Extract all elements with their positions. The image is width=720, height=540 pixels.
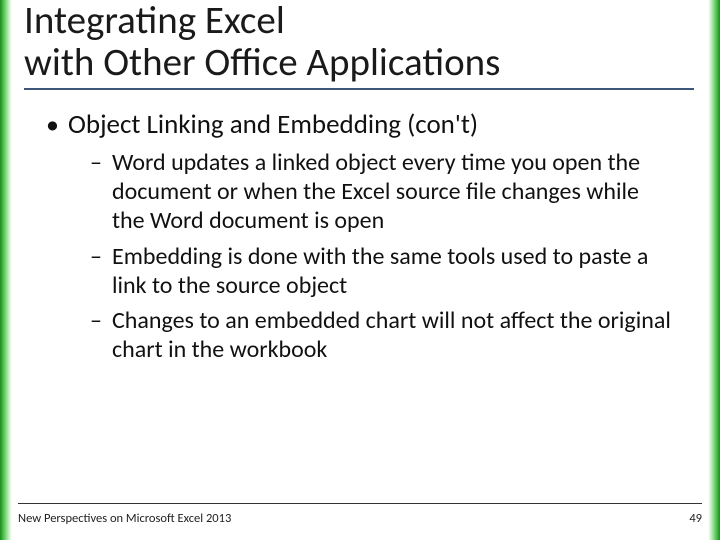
title-line-1: Integrating Excel (24, 0, 285, 44)
bullet-level-2: Changes to an embedded chart will not af… (90, 306, 674, 365)
bullet-level-2: Embedding is done with the same tools us… (90, 242, 674, 301)
title-block: Integrating Excel with Other Office Appl… (24, 0, 684, 90)
bullet-level-1: Object Linking and Embedding (con't) (46, 108, 674, 142)
body-block: Object Linking and Embedding (con't) Wor… (34, 108, 674, 365)
slide: Integrating Excel with Other Office Appl… (0, 0, 720, 540)
bullet-level-2: Word updates a linked object every time … (90, 148, 674, 236)
page-number: 49 (689, 511, 702, 526)
decorative-edge-left (0, 0, 12, 540)
title-underline (24, 88, 694, 90)
footer-text: New Perspectives on Microsoft Excel 2013 (18, 511, 231, 526)
decorative-edge-right (708, 0, 720, 540)
title-line-2: with Other Office Applications (24, 39, 500, 86)
slide-title: Integrating Excel with Other Office Appl… (24, 0, 684, 84)
footer-rule (18, 503, 702, 504)
